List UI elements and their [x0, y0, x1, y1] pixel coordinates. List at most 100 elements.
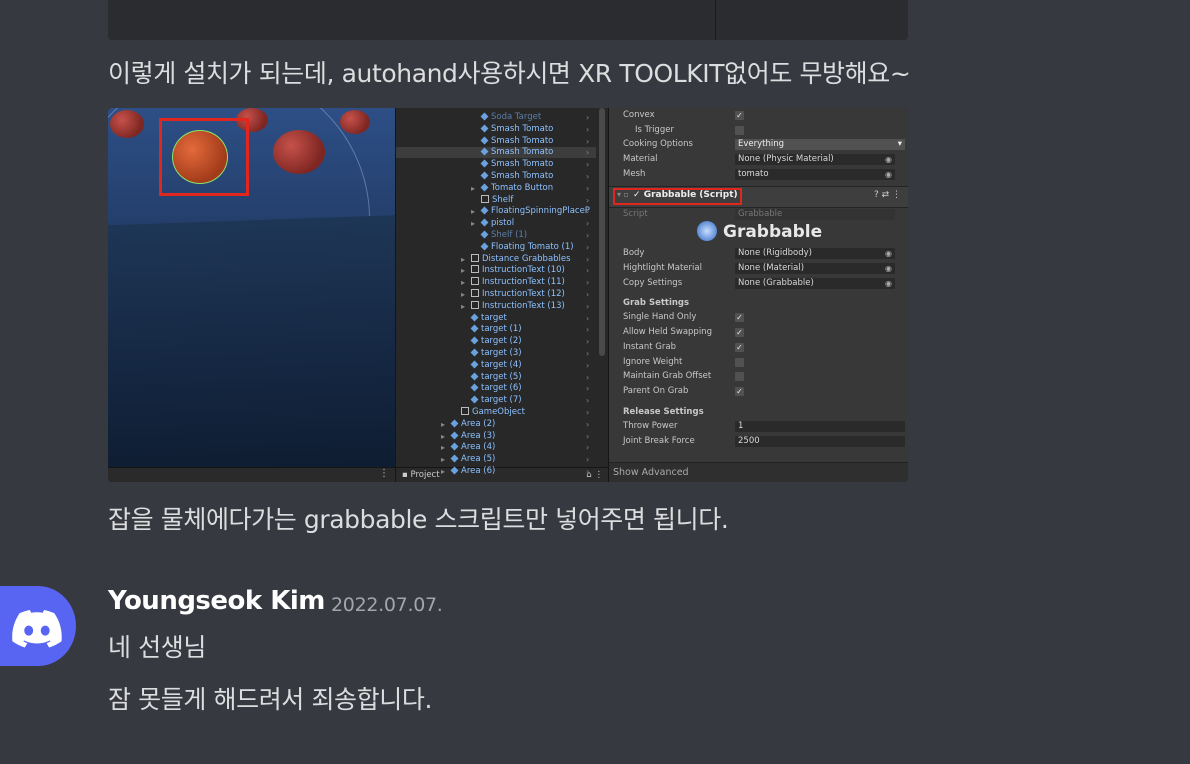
hierarchy-scrollbar[interactable] [599, 108, 605, 356]
hierarchy-item[interactable]: Area (6) ▸ › [396, 466, 596, 477]
chevron-right-icon[interactable]: › [586, 301, 589, 312]
chevron-right-icon[interactable]: › [586, 171, 589, 182]
hierarchy-item[interactable]: Smash Tomato › [396, 124, 596, 135]
foldout-arrow-icon[interactable]: ▾ ▫ [617, 190, 629, 199]
hierarchy-item[interactable]: FloatingSpinningPlaceP ▸ › [396, 206, 596, 217]
hierarchy-item[interactable]: Soda Target › [396, 112, 596, 123]
hierarchy-item[interactable]: Floating Tomato (1) › [396, 242, 596, 253]
chevron-right-icon[interactable]: › [586, 383, 589, 394]
single-hand-checkbox[interactable]: ✓ [735, 313, 744, 322]
body-field[interactable]: None (Rigidbody) [735, 248, 895, 259]
show-advanced-bar[interactable]: Show Advanced [609, 462, 908, 482]
hierarchy-item[interactable]: Shelf › [396, 194, 596, 206]
chevron-right-icon[interactable]: › [586, 395, 589, 406]
chevron-right-icon[interactable]: › [586, 265, 589, 276]
chevron-right-icon[interactable]: › [586, 147, 589, 158]
hierarchy-item[interactable]: Smash Tomato › [396, 159, 596, 170]
chevron-right-icon[interactable]: › [586, 112, 589, 123]
parent-on-grab-checkbox[interactable]: ✓ [735, 387, 744, 396]
chevron-right-icon[interactable]: › [586, 206, 589, 217]
hierarchy-item[interactable]: target (2) › [396, 336, 596, 347]
hierarchy-item[interactable]: Area (4) ▸ › [396, 442, 596, 453]
hierarchy-item[interactable]: InstructionText (11) ▸ › [396, 277, 596, 288]
chevron-right-icon[interactable]: › [586, 360, 589, 371]
chevron-right-icon[interactable]: › [586, 407, 589, 418]
hierarchy-item[interactable]: Smash Tomato › [396, 147, 596, 159]
hierarchy-item[interactable]: Distance Grabbables ▸ › [396, 253, 596, 265]
throw-power-field[interactable]: 1 [735, 421, 905, 432]
chevron-right-icon[interactable]: › [586, 218, 589, 229]
copy-settings-field[interactable]: None (Grabbable) [735, 278, 895, 289]
unity-screenshot-attachment[interactable]: ⋮ ▪ Project ⌂ ⋮ Soda Target › Smash Tomato… [108, 108, 908, 482]
hierarchy-item[interactable]: pistol ▸ › [396, 218, 596, 229]
expand-arrow-icon[interactable]: ▸ [461, 265, 465, 276]
chevron-right-icon[interactable]: › [586, 242, 589, 253]
hierarchy-item[interactable]: Area (3) ▸ › [396, 431, 596, 442]
chevron-right-icon[interactable]: › [586, 372, 589, 383]
previous-attachment-image[interactable] [108, 0, 908, 40]
hierarchy-item[interactable]: Smash Tomato › [396, 136, 596, 147]
convex-checkbox[interactable]: ✓ [735, 111, 744, 120]
expand-arrow-icon[interactable]: ▸ [461, 289, 465, 300]
mesh-field[interactable]: tomato [735, 169, 895, 180]
expand-arrow-icon[interactable]: ▸ [471, 183, 475, 194]
expand-arrow-icon[interactable]: ▸ [441, 442, 445, 453]
hierarchy-item[interactable]: InstructionText (13) ▸ › [396, 300, 596, 312]
grabbable-component-header[interactable]: ▾ ▫ ✓ Grabbable (Script) ? ⇄ ⋮ [609, 186, 908, 208]
instant-grab-checkbox[interactable]: ✓ [735, 343, 744, 352]
hierarchy-item[interactable]: InstructionText (10) ▸ › [396, 265, 596, 276]
expand-arrow-icon[interactable]: ▸ [461, 254, 465, 265]
chevron-right-icon[interactable]: › [586, 466, 589, 477]
maintain-offset-checkbox[interactable] [735, 372, 744, 381]
chevron-right-icon[interactable]: › [586, 454, 589, 465]
chevron-right-icon[interactable]: › [586, 442, 589, 453]
component-menu-icons[interactable]: ? ⇄ ⋮ [874, 190, 901, 200]
expand-arrow-icon[interactable]: ▸ [461, 301, 465, 312]
timestamp[interactable]: 2022.07.07. [331, 594, 443, 616]
chevron-right-icon[interactable]: › [586, 124, 589, 135]
chevron-right-icon[interactable]: › [586, 230, 589, 241]
chevron-right-icon[interactable]: › [586, 277, 589, 288]
chevron-right-icon[interactable]: › [586, 419, 589, 430]
chevron-right-icon[interactable]: › [586, 348, 589, 359]
expand-arrow-icon[interactable]: ▸ [441, 454, 445, 465]
hierarchy-item[interactable]: target (5) › [396, 372, 596, 383]
hierarchy-item[interactable]: GameObject › [396, 407, 596, 418]
is-trigger-checkbox[interactable] [735, 126, 744, 135]
hierarchy-item[interactable]: Smash Tomato › [396, 171, 596, 182]
hierarchy-item[interactable]: target › [396, 313, 596, 324]
hierarchy-item[interactable]: InstructionText (12) ▸ › [396, 289, 596, 300]
highlight-material-field[interactable]: None (Material) [735, 263, 895, 274]
chevron-right-icon[interactable]: › [586, 289, 589, 300]
hierarchy-item[interactable]: target (4) › [396, 360, 596, 371]
chevron-right-icon[interactable]: › [586, 313, 589, 324]
chevron-right-icon[interactable]: › [586, 136, 589, 147]
chevron-right-icon[interactable]: › [586, 431, 589, 442]
hierarchy-item[interactable]: Shelf (1) › [396, 230, 596, 241]
chevron-right-icon[interactable]: › [586, 336, 589, 347]
hierarchy-item[interactable]: target (6) › [396, 383, 596, 394]
hierarchy-item[interactable]: target (7) › [396, 395, 596, 406]
more-icon[interactable]: ⋮ [379, 468, 389, 479]
avatar[interactable] [0, 586, 76, 666]
expand-arrow-icon[interactable]: ▸ [461, 277, 465, 288]
hierarchy-item[interactable]: target (1) › [396, 324, 596, 335]
hierarchy-item[interactable]: Area (5) ▸ › [396, 454, 596, 465]
expand-arrow-icon[interactable]: ▸ [441, 419, 445, 430]
chevron-right-icon[interactable]: › [586, 183, 589, 194]
cooking-options-dropdown[interactable]: Everything ▾ [735, 139, 905, 150]
allow-held-checkbox[interactable]: ✓ [735, 328, 744, 337]
chevron-right-icon[interactable]: › [586, 159, 589, 170]
username[interactable]: Youngseok Kim [108, 586, 325, 616]
expand-arrow-icon[interactable]: ▸ [471, 218, 475, 229]
joint-break-field[interactable]: 2500 [735, 436, 905, 447]
hierarchy-item[interactable]: target (3) › [396, 348, 596, 359]
expand-arrow-icon[interactable]: ▸ [441, 431, 445, 442]
material-field[interactable]: None (Physic Material) [735, 154, 895, 165]
hierarchy-item[interactable]: Area (2) ▸ › [396, 419, 596, 430]
chevron-right-icon[interactable]: › [586, 195, 589, 206]
hierarchy-item[interactable]: Tomato Button ▸ › [396, 183, 596, 194]
chevron-right-icon[interactable]: › [586, 254, 589, 265]
expand-arrow-icon[interactable]: ▸ [441, 466, 445, 477]
expand-arrow-icon[interactable]: ▸ [471, 206, 475, 217]
